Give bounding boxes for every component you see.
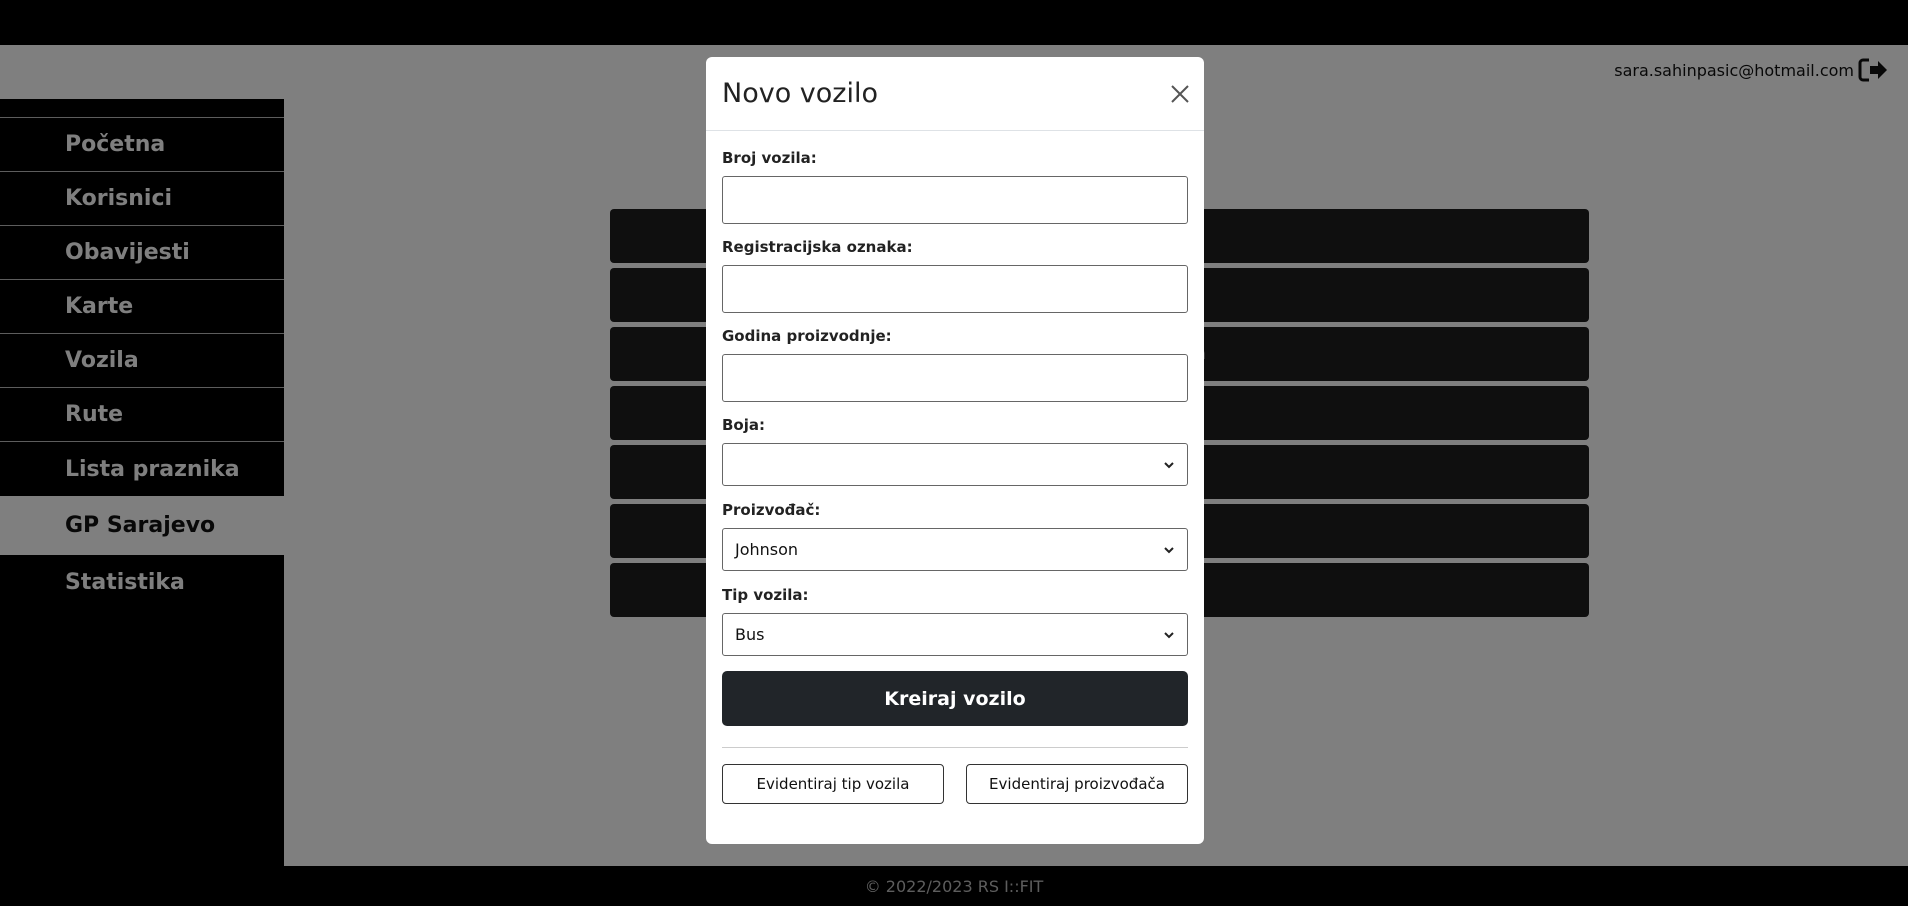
godina-input[interactable] [722, 354, 1188, 402]
chevron-down-icon [1164, 631, 1174, 638]
broj-vozila-input[interactable] [722, 176, 1188, 224]
modal-title: Novo vozilo [722, 78, 878, 109]
boja-label: Boja: [722, 416, 766, 434]
proizvodjac-select[interactable]: Johnson [722, 528, 1188, 571]
godina-label: Godina proizvodnje: [722, 327, 892, 345]
create-vehicle-button[interactable]: Kreiraj vozilo [722, 671, 1188, 726]
registracija-label: Registracijska oznaka: [722, 238, 913, 256]
register-manufacturer-button[interactable]: Evidentiraj proizvođača [966, 764, 1188, 804]
modal-body: Broj vozila: Registracijska oznaka: Godi… [706, 131, 1204, 804]
register-vehicle-type-button[interactable]: Evidentiraj tip vozila [722, 764, 944, 804]
secondary-actions: Evidentiraj tip vozila Evidentiraj proiz… [722, 764, 1188, 804]
proizvodjac-label: Proizvođač: [722, 501, 821, 519]
close-icon[interactable] [1170, 84, 1190, 104]
registracija-input[interactable] [722, 265, 1188, 313]
chevron-down-icon [1164, 461, 1174, 468]
broj-vozila-label: Broj vozila: [722, 149, 817, 167]
proizvodjac-select-value: Johnson [735, 540, 799, 559]
new-vehicle-modal: Novo vozilo Broj vozila: Registracijska … [706, 57, 1204, 844]
divider [722, 747, 1188, 748]
modal-header: Novo vozilo [706, 57, 1204, 131]
tip-vozila-select-value: Bus [735, 625, 765, 644]
tip-vozila-label: Tip vozila: [722, 586, 809, 604]
boja-select[interactable] [722, 443, 1188, 486]
tip-vozila-select[interactable]: Bus [722, 613, 1188, 656]
chevron-down-icon [1164, 546, 1174, 553]
